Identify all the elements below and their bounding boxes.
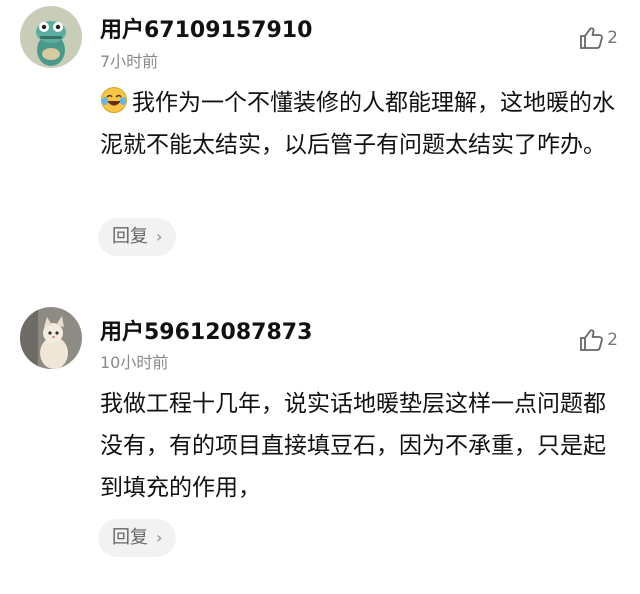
reply-label: 回复 — [112, 527, 148, 548]
avatar[interactable] — [20, 307, 82, 369]
comment-item: 用户59612087873 10小时前 2 我做工程十几年，说实话地暖垫层这样一… — [0, 300, 640, 594]
comment-text-content: 我做工程十几年，说实话地暖垫层这样一点问题都没有，有的项目直接填豆石，因为不承重… — [100, 391, 606, 501]
laughing-tears-emoji — [101, 87, 127, 113]
reply-button[interactable]: 回复 › — [98, 519, 177, 557]
comment-text: 我作为一个不懂装修的人都能理解，这地暖的水泥就不能太结实，以后管子有问题太结实了… — [100, 82, 625, 166]
cartoon-frog-icon — [20, 6, 82, 68]
thumbs-up-icon — [580, 329, 604, 351]
chevron-right-icon: › — [156, 528, 163, 547]
like-button[interactable]: 2 — [579, 26, 618, 50]
like-count: 2 — [607, 330, 618, 350]
thumbs-up-icon — [580, 27, 604, 49]
comment-item: 用户67109157910 7小时前 2 我作为一个不懂装修的人都能理解，这地暖… — [0, 0, 640, 280]
comment-text: 我做工程十几年，说实话地暖垫层这样一点问题都没有，有的项目直接填豆石，因为不承重… — [100, 383, 625, 509]
reply-label: 回复 — [112, 226, 148, 247]
comment-text-content: 我作为一个不懂装修的人都能理解，这地暖的水泥就不能太结实，以后管子有问题太结实了… — [100, 90, 615, 158]
reply-button[interactable]: 回复 › — [98, 218, 177, 256]
cat-photo-icon — [20, 307, 82, 369]
chevron-right-icon: › — [156, 227, 163, 246]
timestamp: 7小时前 — [100, 52, 159, 71]
like-count: 2 — [607, 28, 618, 48]
username[interactable]: 用户67109157910 — [100, 12, 312, 44]
username[interactable]: 用户59612087873 — [100, 314, 312, 346]
avatar[interactable] — [20, 6, 82, 68]
timestamp: 10小时前 — [100, 353, 169, 372]
like-button[interactable]: 2 — [579, 328, 618, 352]
